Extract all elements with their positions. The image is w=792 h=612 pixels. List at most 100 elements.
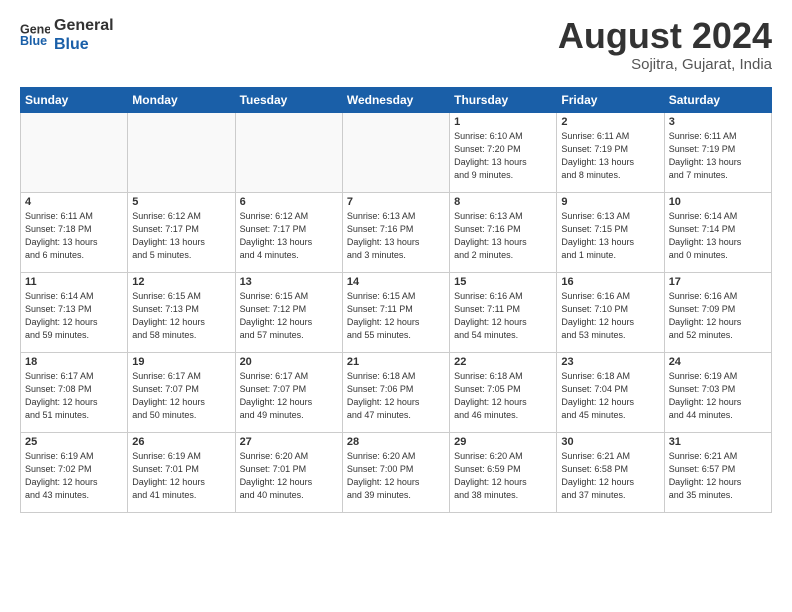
header: General Blue General Blue August 2024 So… (20, 16, 772, 73)
page: General Blue General Blue August 2024 So… (0, 0, 792, 612)
month-title: August 2024 (558, 16, 772, 56)
header-thursday: Thursday (450, 87, 557, 112)
calendar-cell: 26Sunrise: 6:19 AM Sunset: 7:01 PM Dayli… (128, 432, 235, 512)
day-info: Sunrise: 6:17 AM Sunset: 7:08 PM Dayligh… (25, 370, 123, 422)
week-row-1: 1Sunrise: 6:10 AM Sunset: 7:20 PM Daylig… (21, 112, 772, 192)
day-number: 16 (561, 276, 659, 288)
day-number: 24 (669, 356, 767, 368)
calendar-cell: 18 Sunrise: 6:17 AM Sunset: 7:08 PM Dayli… (21, 352, 128, 432)
logo-icon: General Blue (20, 20, 50, 50)
day-info: Sunrise: 6:13 AM Sunset: 7:16 PM Dayligh… (454, 210, 552, 262)
day-info: Sunrise: 6:20 AM Sunset: 7:01 PM Dayligh… (240, 450, 338, 502)
day-info: Sunrise: 6:21 AM Sunset: 6:57 PM Dayligh… (669, 450, 767, 502)
calendar-cell: 3 Sunrise: 6:11 AM Sunset: 7:19 PM Daylig… (664, 112, 771, 192)
day-number: 13 (240, 276, 338, 288)
calendar-cell: 29 Sunrise: 6:20 AM Sunset: 6:59 PM Dayli… (450, 432, 557, 512)
calendar-cell: 28Sunrise: 6:20 AM Sunset: 7:00 PM Dayli… (342, 432, 449, 512)
day-number: 6 (240, 196, 338, 208)
calendar-cell: 15 Sunrise: 6:16 AM Sunset: 7:11 PM Dayli… (450, 272, 557, 352)
calendar-cell: 25Sunrise: 6:19 AM Sunset: 7:02 PM Dayli… (21, 432, 128, 512)
day-info: Sunrise: 6:12 AM Sunset: 7:17 PM Dayligh… (132, 210, 230, 262)
calendar-cell: 19Sunrise: 6:17 AM Sunset: 7:07 PM Dayli… (128, 352, 235, 432)
calendar-cell (21, 112, 128, 192)
day-info: Sunrise: 6:14 AM Sunset: 7:14 PM Dayligh… (669, 210, 767, 262)
day-number: 14 (347, 276, 445, 288)
calendar-cell: 7 Sunrise: 6:13 AM Sunset: 7:16 PM Daylig… (342, 192, 449, 272)
day-info: Sunrise: 6:14 AM Sunset: 7:13 PM Dayligh… (25, 290, 123, 342)
calendar-cell: 16 Sunrise: 6:16 AM Sunset: 7:10 PM Dayli… (557, 272, 664, 352)
calendar-cell: 21Sunrise: 6:18 AM Sunset: 7:06 PM Dayli… (342, 352, 449, 432)
logo-general: General (54, 16, 114, 35)
calendar-cell: 10 Sunrise: 6:14 AM Sunset: 7:14 PM Dayli… (664, 192, 771, 272)
day-number: 4 (25, 196, 123, 208)
header-monday: Monday (128, 87, 235, 112)
day-number: 11 (25, 276, 123, 288)
calendar-cell: 12 Sunrise: 6:15 AM Sunset: 7:13 PM Dayli… (128, 272, 235, 352)
day-info: Sunrise: 6:13 AM Sunset: 7:15 PM Dayligh… (561, 210, 659, 262)
logo: General Blue General Blue (20, 16, 114, 54)
header-tuesday: Tuesday (235, 87, 342, 112)
calendar-cell: 23 Sunrise: 6:18 AM Sunset: 7:04 PM Dayli… (557, 352, 664, 432)
day-number: 10 (669, 196, 767, 208)
calendar-cell: 30Sunrise: 6:21 AM Sunset: 6:58 PM Dayli… (557, 432, 664, 512)
calendar-cell: 27 Sunrise: 6:20 AM Sunset: 7:01 PM Dayli… (235, 432, 342, 512)
day-number: 25 (25, 436, 123, 448)
day-number: 20 (240, 356, 338, 368)
header-wednesday: Wednesday (342, 87, 449, 112)
calendar: Sunday Monday Tuesday Wednesday Thursday… (20, 87, 772, 513)
calendar-cell: 6Sunrise: 6:12 AM Sunset: 7:17 PM Daylig… (235, 192, 342, 272)
day-info: Sunrise: 6:21 AM Sunset: 6:58 PM Dayligh… (561, 450, 659, 502)
calendar-cell: 31 Sunrise: 6:21 AM Sunset: 6:57 PM Dayli… (664, 432, 771, 512)
day-info: Sunrise: 6:15 AM Sunset: 7:11 PM Dayligh… (347, 290, 445, 342)
day-number: 7 (347, 196, 445, 208)
calendar-cell: 1Sunrise: 6:10 AM Sunset: 7:20 PM Daylig… (450, 112, 557, 192)
location: Sojitra, Gujarat, India (558, 56, 772, 73)
day-number: 22 (454, 356, 552, 368)
day-number: 21 (347, 356, 445, 368)
title-block: August 2024 Sojitra, Gujarat, India (558, 16, 772, 73)
calendar-cell: 14 Sunrise: 6:15 AM Sunset: 7:11 PM Dayli… (342, 272, 449, 352)
day-number: 15 (454, 276, 552, 288)
day-number: 29 (454, 436, 552, 448)
calendar-cell: 17Sunrise: 6:16 AM Sunset: 7:09 PM Dayli… (664, 272, 771, 352)
day-number: 12 (132, 276, 230, 288)
weekday-header-row: Sunday Monday Tuesday Wednesday Thursday… (21, 87, 772, 112)
day-info: Sunrise: 6:16 AM Sunset: 7:10 PM Dayligh… (561, 290, 659, 342)
day-number: 3 (669, 116, 767, 128)
header-friday: Friday (557, 87, 664, 112)
day-info: Sunrise: 6:16 AM Sunset: 7:11 PM Dayligh… (454, 290, 552, 342)
day-info: Sunrise: 6:15 AM Sunset: 7:13 PM Dayligh… (132, 290, 230, 342)
calendar-cell: 13Sunrise: 6:15 AM Sunset: 7:12 PM Dayli… (235, 272, 342, 352)
day-number: 23 (561, 356, 659, 368)
day-info: Sunrise: 6:18 AM Sunset: 7:05 PM Dayligh… (454, 370, 552, 422)
day-info: Sunrise: 6:17 AM Sunset: 7:07 PM Dayligh… (132, 370, 230, 422)
week-row-2: 4 Sunrise: 6:11 AM Sunset: 7:18 PM Daylig… (21, 192, 772, 272)
day-info: Sunrise: 6:18 AM Sunset: 7:04 PM Dayligh… (561, 370, 659, 422)
day-number: 17 (669, 276, 767, 288)
calendar-cell: 11 Sunrise: 6:14 AM Sunset: 7:13 PM Dayli… (21, 272, 128, 352)
day-number: 31 (669, 436, 767, 448)
calendar-cell: 5 Sunrise: 6:12 AM Sunset: 7:17 PM Daylig… (128, 192, 235, 272)
day-info: Sunrise: 6:13 AM Sunset: 7:16 PM Dayligh… (347, 210, 445, 262)
svg-text:Blue: Blue (20, 34, 47, 48)
day-number: 8 (454, 196, 552, 208)
day-info: Sunrise: 6:10 AM Sunset: 7:20 PM Dayligh… (454, 130, 552, 182)
day-info: Sunrise: 6:19 AM Sunset: 7:03 PM Dayligh… (669, 370, 767, 422)
day-number: 27 (240, 436, 338, 448)
day-number: 18 (25, 356, 123, 368)
calendar-cell (235, 112, 342, 192)
day-info: Sunrise: 6:11 AM Sunset: 7:19 PM Dayligh… (669, 130, 767, 182)
day-number: 5 (132, 196, 230, 208)
calendar-cell: 22 Sunrise: 6:18 AM Sunset: 7:05 PM Dayli… (450, 352, 557, 432)
header-sunday: Sunday (21, 87, 128, 112)
calendar-cell: 9Sunrise: 6:13 AM Sunset: 7:15 PM Daylig… (557, 192, 664, 272)
day-info: Sunrise: 6:17 AM Sunset: 7:07 PM Dayligh… (240, 370, 338, 422)
header-saturday: Saturday (664, 87, 771, 112)
day-number: 26 (132, 436, 230, 448)
day-info: Sunrise: 6:20 AM Sunset: 7:00 PM Dayligh… (347, 450, 445, 502)
calendar-cell: 2Sunrise: 6:11 AM Sunset: 7:19 PM Daylig… (557, 112, 664, 192)
calendar-cell (342, 112, 449, 192)
day-info: Sunrise: 6:11 AM Sunset: 7:18 PM Dayligh… (25, 210, 123, 262)
week-row-4: 18 Sunrise: 6:17 AM Sunset: 7:08 PM Dayli… (21, 352, 772, 432)
day-info: Sunrise: 6:20 AM Sunset: 6:59 PM Dayligh… (454, 450, 552, 502)
